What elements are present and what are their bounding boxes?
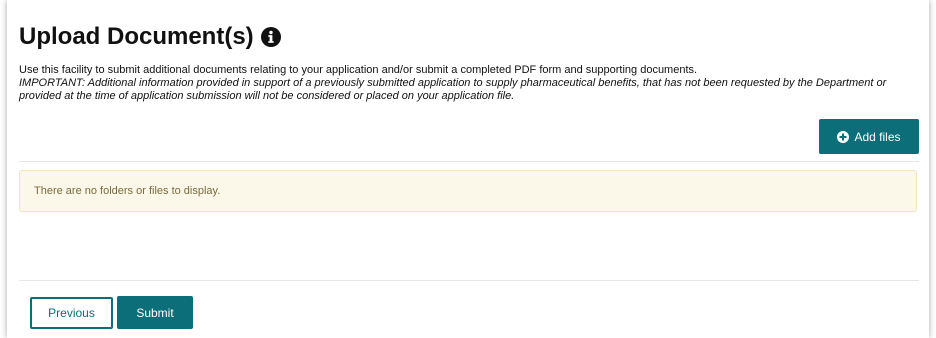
description-text: Use this facility to submit additional d…	[19, 64, 698, 76]
empty-files-message: There are no folders or files to display…	[34, 185, 221, 197]
empty-files-alert: There are no folders or files to display…	[19, 170, 917, 212]
plus-circle-icon	[837, 130, 850, 143]
divider	[19, 280, 919, 281]
info-icon[interactable]	[260, 26, 282, 48]
add-files-label: Add files	[854, 129, 901, 144]
page-description: Use this facility to submit additional d…	[19, 64, 923, 103]
upload-panel: Upload Document(s) Use this facility to …	[7, 0, 929, 338]
add-files-button[interactable]: Add files	[819, 119, 919, 154]
page-title: Upload Document(s)	[19, 23, 254, 50]
divider	[19, 161, 919, 162]
important-notice: IMPORTANT: Additional information provid…	[19, 77, 887, 102]
title-row: Upload Document(s)	[19, 22, 282, 52]
previous-button[interactable]: Previous	[30, 297, 113, 329]
submit-button[interactable]: Submit	[117, 296, 193, 329]
